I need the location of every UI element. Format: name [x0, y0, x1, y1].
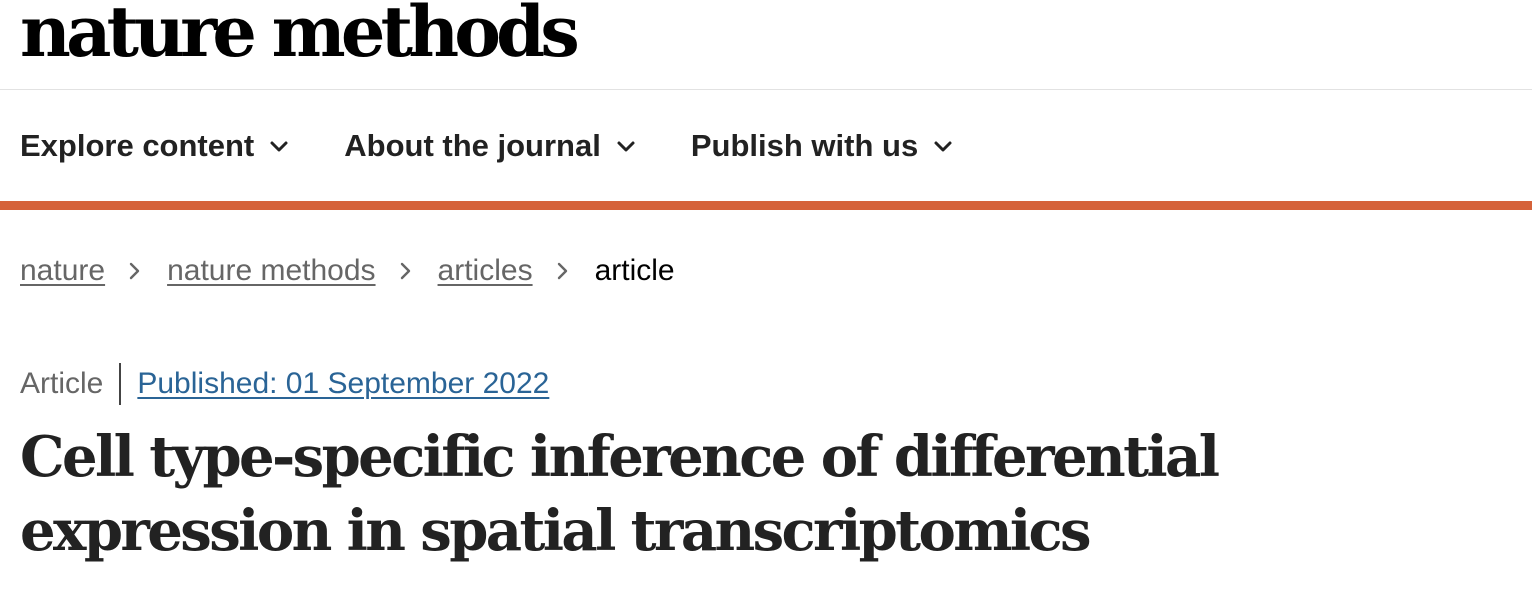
- article-type: Article: [20, 367, 104, 400]
- breadcrumb-item-nature[interactable]: nature: [20, 254, 105, 288]
- nav-about-the-journal[interactable]: About the journal: [344, 128, 637, 164]
- breadcrumb-item-current: article: [594, 254, 675, 287]
- published-date-link[interactable]: Published: 01 September 2022: [137, 367, 549, 401]
- journal-logo[interactable]: nature methods: [20, 0, 580, 72]
- chevron-right-icon: [400, 262, 410, 280]
- breadcrumb-item-articles[interactable]: articles: [438, 254, 533, 288]
- nav-accent-bar: [0, 201, 1532, 210]
- article-title: Cell type-specific inference of differen…: [20, 424, 1220, 564]
- chevron-down-icon: [934, 141, 952, 152]
- chevron-down-icon: [270, 141, 288, 152]
- breadcrumb: nature nature methods articles article: [20, 250, 675, 292]
- nav-publish-with-us[interactable]: Publish with us: [691, 128, 954, 164]
- nav-explore-content-label: Explore content: [20, 128, 255, 163]
- nav-explore-content[interactable]: Explore content: [20, 128, 290, 164]
- chevron-right-icon: [129, 262, 140, 280]
- primary-nav: Explore content About the journal Publis…: [20, 120, 1008, 172]
- chevron-down-icon: [617, 141, 635, 152]
- nav-about-the-journal-label: About the journal: [344, 128, 601, 163]
- meta-divider: [119, 363, 122, 405]
- header-divider: [0, 89, 1532, 90]
- breadcrumb-item-nature-methods[interactable]: nature methods: [167, 254, 375, 288]
- article-meta: Article Published: 01 September 2022: [20, 362, 549, 406]
- nav-publish-with-us-label: Publish with us: [690, 128, 919, 163]
- chevron-right-icon: [557, 262, 567, 280]
